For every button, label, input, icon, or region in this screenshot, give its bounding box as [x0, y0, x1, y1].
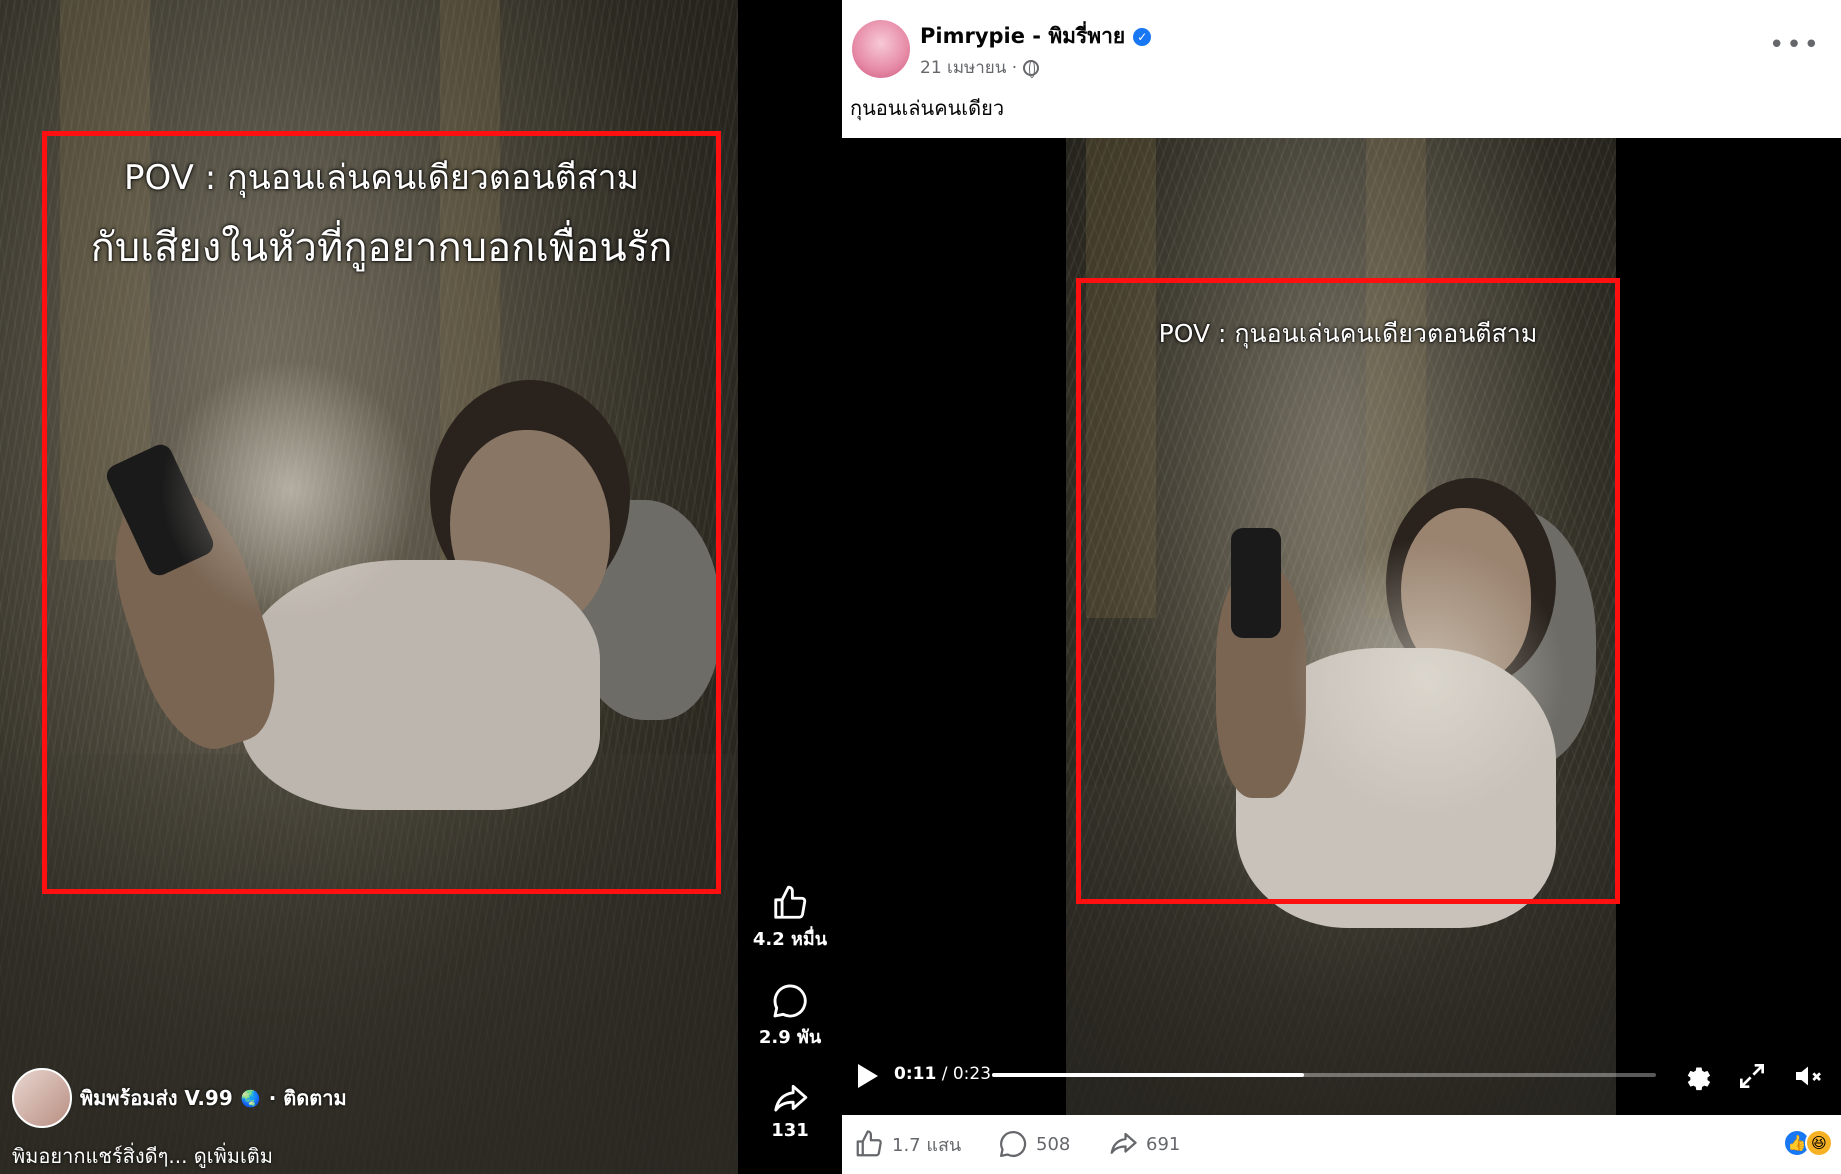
reel-video[interactable]: POV : กุนอนเล่นคนเดียวตอนตีสาม กับเสียงใ… — [0, 0, 738, 1174]
share-count: 691 — [1146, 1133, 1181, 1155]
like-icon — [774, 885, 807, 919]
like-icon — [856, 1130, 882, 1157]
share-count: 131 — [771, 1120, 809, 1141]
like-button[interactable]: 1.7 แสน — [854, 1129, 961, 1159]
comment-button[interactable]: 2.9 พัน — [738, 982, 842, 1051]
post-meta: 21 เมษายน · — [920, 54, 1040, 81]
share-icon — [774, 1084, 808, 1112]
progress-bar[interactable] — [992, 1073, 1656, 1077]
overlay-caption-line2: กับเสียงในหัวที่กูอยากบอกเพื่อนรัก — [90, 225, 673, 271]
reel-author-name[interactable]: พิมพร้อมส่ง V.99 — [80, 1082, 233, 1114]
time-current: 0:11 — [894, 1064, 937, 1084]
avatar[interactable] — [12, 1068, 72, 1128]
post-author[interactable]: Pimrypie - พิมรี่พาย ✓ — [920, 20, 1152, 53]
progress-fill — [992, 1073, 1305, 1077]
verified-icon: ✓ — [1133, 27, 1152, 46]
overlay-caption-line1: POV : กุนอนเล่นคนเดียวตอนตีสาม — [124, 158, 639, 198]
share-button[interactable]: 131 — [738, 1080, 842, 1141]
comment-count: 2.9 พัน — [758, 1027, 822, 1048]
reaction-summary[interactable]: 👍 😆 — [1783, 1129, 1833, 1157]
post-date[interactable]: 21 เมษายน · — [920, 54, 1017, 81]
action-rail: 4.2 หมื่น 2.9 พัน 131 — [738, 0, 842, 1174]
like-count: 1.7 แสน — [892, 1134, 962, 1156]
follow-button[interactable]: · ติดตาม — [269, 1082, 347, 1114]
avatar[interactable] — [852, 20, 910, 78]
time-total: / 0:23 — [936, 1064, 992, 1084]
screenshot: POV : กุนอนเล่นคนเดียวตอนตีสาม กับเสียงใ… — [0, 0, 1841, 1174]
reel-description[interactable]: พิมอยากแชร์สิ่งดีๆ... ดูเพิ่มเติม — [12, 1140, 273, 1172]
video-player[interactable]: POV : กุนอนเล่นคนเดียวตอนตีสาม 0:11 / 0:… — [842, 138, 1841, 1115]
more-icon[interactable]: ••• — [1769, 30, 1821, 60]
share-button[interactable]: 691 — [1108, 1129, 1180, 1159]
comment-icon — [773, 984, 807, 1018]
globe-icon — [1023, 59, 1040, 78]
like-button[interactable]: 4.2 หมื่น — [738, 884, 842, 953]
video-time: 0:11 / 0:23 — [894, 1064, 991, 1084]
like-count: 4.2 หมื่น — [752, 929, 828, 950]
mute-icon[interactable] — [1792, 1060, 1824, 1092]
share-icon — [1110, 1132, 1137, 1154]
post-author-name[interactable]: Pimrypie - พิมรี่พาย — [920, 20, 1125, 53]
settings-icon[interactable] — [1680, 1060, 1712, 1092]
haha-reaction-icon: 😆 — [1805, 1129, 1833, 1157]
fullscreen-icon[interactable] — [1736, 1060, 1768, 1092]
post-footer: 1.7 แสน 508 691 👍 😆 — [842, 1115, 1841, 1174]
post-text: กุนอนเล่นคนเดียว — [850, 96, 1005, 120]
video-controls: 0:11 / 0:23 — [842, 1052, 1841, 1102]
globe-icon: 🌏 — [240, 1088, 261, 1108]
comment-button[interactable]: 508 — [998, 1129, 1070, 1159]
comment-count: 508 — [1036, 1133, 1071, 1155]
post-header: Pimrypie - พิมรี่พาย ✓ 21 เมษายน · ••• ก… — [842, 0, 1841, 138]
reel-author: พิมพร้อมส่ง V.99 🌏 · ติดตาม — [12, 1068, 347, 1128]
play-icon[interactable] — [858, 1064, 878, 1088]
video-overlay-caption: POV : กุนอนเล่นคนเดียวตอนตีสาม — [1158, 319, 1538, 348]
highlight-box — [1076, 278, 1620, 904]
comment-icon — [1000, 1130, 1027, 1157]
facebook-post: Pimrypie - พิมรี่พาย ✓ 21 เมษายน · ••• ก… — [842, 0, 1841, 1174]
